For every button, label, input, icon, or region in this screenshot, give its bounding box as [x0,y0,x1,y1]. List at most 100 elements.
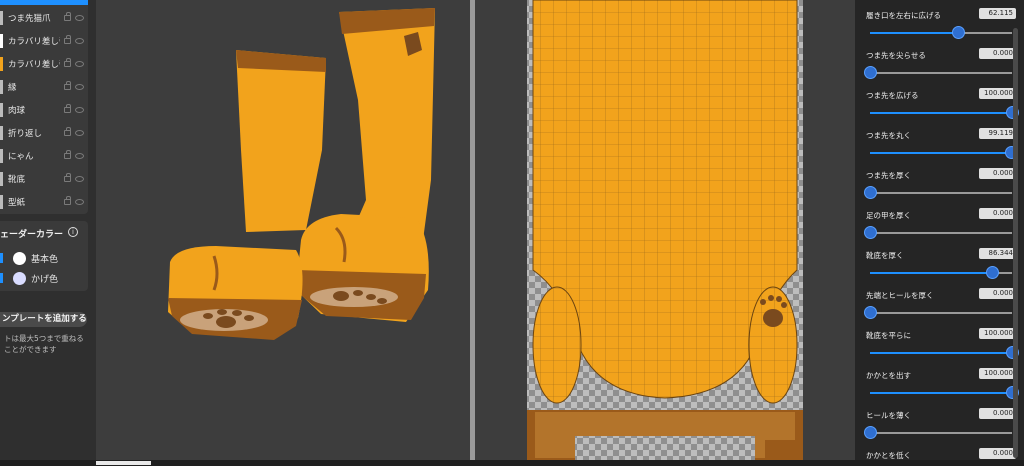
slider-track[interactable] [864,426,1012,439]
param-label: 足の甲を厚く [866,211,911,220]
layer-row[interactable]: カラバリ差し替えコピ [0,29,88,52]
layer-name: 肉球 [8,105,26,116]
visibility-icon[interactable] [75,60,84,67]
base-color-row[interactable]: 基本色 [0,249,58,267]
lock-icon[interactable] [64,34,71,44]
slider-track[interactable] [870,266,1012,279]
param-value-input[interactable]: 100.000 [979,368,1016,379]
param-value-input[interactable]: 0.000 [979,48,1016,59]
visibility-icon[interactable] [75,175,84,182]
bottom-bar [0,460,1024,466]
slider-track[interactable] [870,106,1019,119]
slider-fill [870,32,959,34]
lock-icon[interactable] [64,11,71,21]
slider-track[interactable] [864,66,1012,79]
param-label: 先端とヒールを厚く [866,291,934,300]
layer-color-swatch [0,171,3,186]
slider-track[interactable] [864,306,1012,319]
selected-layer-strip [0,0,88,5]
param-value-input[interactable]: 86.344 [979,248,1016,259]
slider-handle[interactable] [864,306,877,319]
selection-tick [0,253,3,263]
param-label: 靴底を平らに [866,331,911,340]
layer-row[interactable]: 型紙 [0,190,88,213]
shader-color-panel: ェーダーカラー i 基本色 かげ色 [0,221,88,291]
slider-track[interactable] [870,26,1012,39]
param-slider-group: つま先を尖らせる 0.000 [864,44,1016,84]
slider-handle[interactable] [864,226,877,239]
param-value-input[interactable]: 0.000 [979,288,1016,299]
layer-row[interactable]: つま先猫爪 [0,6,88,29]
lock-icon[interactable] [64,172,71,182]
slider-handle[interactable] [986,266,1000,279]
visibility-icon[interactable] [75,106,84,113]
lock-icon[interactable] [64,57,71,67]
params-scrollbar[interactable] [1013,28,1018,458]
info-icon[interactable]: i [68,227,78,237]
slider-fill [870,392,1012,394]
layer-name: 靴底 [8,174,26,185]
param-label: つま先を丸く [866,131,911,140]
param-slider-group: 履き口を左右に広げる 62.115 [866,4,1016,44]
param-value-input[interactable]: 99.119 [979,128,1016,139]
slider-handle[interactable] [864,186,877,199]
param-slider-group: 足の甲を厚く 0.000 [864,204,1016,244]
lock-icon[interactable] [64,149,71,159]
uv-layout [527,0,803,462]
add-template-button[interactable]: ンプレートを追加する [0,312,87,327]
shadow-color-row[interactable]: かげ色 [0,269,58,287]
slider-fill [870,152,1011,154]
param-label: 靴底を厚く [866,251,904,260]
uv-viewport[interactable] [475,0,855,466]
slider-handle[interactable] [864,66,877,79]
visibility-icon[interactable] [75,14,84,21]
param-value-input[interactable]: 0.000 [979,448,1016,459]
param-label: つま先を厚く [866,171,911,180]
param-value-input[interactable]: 100.000 [979,88,1016,99]
bottom-scroll-thumb[interactable] [96,461,151,465]
slider-track[interactable] [870,386,1019,399]
base-color-swatch[interactable] [13,251,26,265]
layer-name: つま先猫爪 [8,13,51,24]
visibility-icon[interactable] [75,129,84,136]
visibility-icon[interactable] [75,152,84,159]
layer-color-swatch [0,125,3,140]
param-value-input[interactable]: 0.000 [979,168,1016,179]
left-boot [168,50,326,340]
lock-icon[interactable] [64,195,71,205]
slider-handle[interactable] [864,426,877,439]
param-value-input[interactable]: 0.000 [979,208,1016,219]
slider-track[interactable] [870,146,1018,159]
param-slider-group: かかとを出す 100.000 [866,364,1019,404]
layer-row[interactable]: 折り返し [0,121,88,144]
layer-row[interactable]: カラバリ差し替え [0,52,88,75]
layer-row[interactable]: 肉球 [0,98,88,121]
layer-color-swatch [0,79,3,94]
lock-icon[interactable] [64,80,71,90]
lock-icon[interactable] [64,126,71,136]
param-slider-group: つま先を丸く 99.119 [866,124,1018,164]
layer-row[interactable]: 靴底 [0,167,88,190]
layer-row[interactable]: にゃん [0,144,88,167]
lock-icon[interactable] [64,103,71,113]
layer-name: カラバリ差し替え [8,59,60,70]
3d-viewport[interactable] [96,0,470,466]
slider-fill [870,272,993,274]
visibility-icon[interactable] [75,83,84,90]
layer-color-swatch [0,102,3,117]
layer-name: 縁 [8,82,17,93]
slider-track[interactable] [864,186,1012,199]
layer-row[interactable]: 縁 [0,75,88,98]
selection-tick [0,273,3,283]
slider-track[interactable] [864,226,1012,239]
param-value-input[interactable]: 100.000 [979,328,1016,339]
shadow-color-swatch[interactable] [13,271,26,285]
param-value-input[interactable]: 62.115 [979,8,1016,19]
visibility-icon[interactable] [75,37,84,44]
slider-handle[interactable] [952,26,966,39]
param-value-input[interactable]: 0.000 [979,408,1016,419]
param-slider-group: 先端とヒールを厚く 0.000 [864,284,1016,324]
visibility-icon[interactable] [75,198,84,205]
template-note: トは最大5つまで重ねることができます [4,334,84,354]
slider-track[interactable] [870,346,1019,359]
